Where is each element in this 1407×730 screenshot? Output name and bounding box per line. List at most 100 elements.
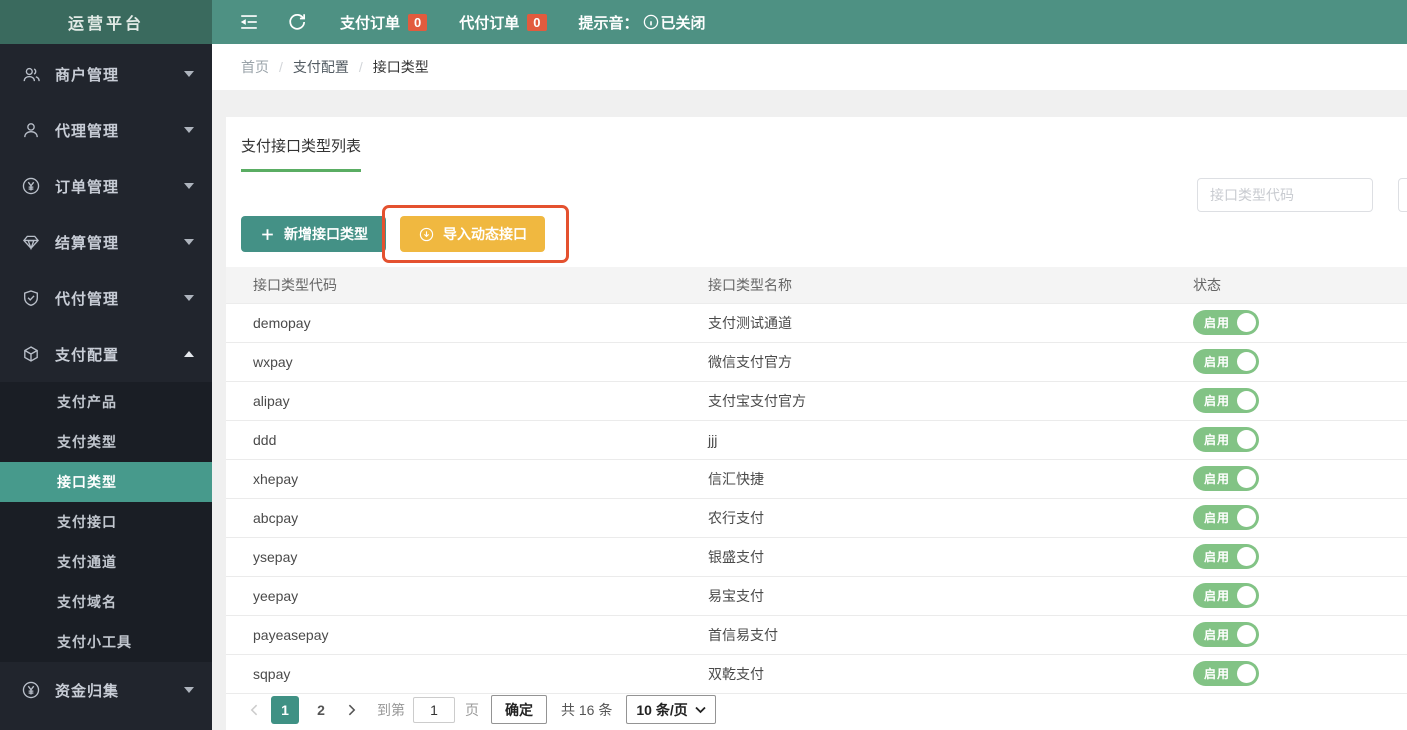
toggle-knob [1237,469,1257,488]
tab-interface-type-list[interactable]: 支付接口类型列表 [241,135,362,172]
sound-toggle[interactable]: 提示音： 已关闭 [579,12,706,33]
cell-name: 双乾支付 [708,654,1193,694]
toggle-knob [1237,313,1257,332]
cell-name: jjj [708,420,1193,460]
submenu-item-payment-tools[interactable]: 支付小工具 [0,622,212,662]
status-toggle[interactable]: 启用 [1193,544,1260,569]
table-row: yeepay 易宝支付 启用 [226,576,1407,616]
submenu-item-payment-channels[interactable]: 支付通道 [0,542,212,582]
add-interface-type-button[interactable]: 新增接口类型 [241,216,386,252]
submenu-item-payment-types[interactable]: 支付类型 [0,422,212,462]
status-toggle[interactable]: 启用 [1193,427,1260,452]
status-toggle[interactable]: 启用 [1193,661,1260,686]
sidebar-item-label: 代理管理 [55,122,120,140]
status-toggle[interactable]: 启用 [1193,622,1260,647]
toggle-knob [1237,586,1257,605]
refresh-icon[interactable] [286,11,308,33]
cell-name: 易宝支付 [708,576,1193,616]
submenu-item-payment-products[interactable]: 支付产品 [0,382,212,422]
table-row: ddd jjj 启用 [226,420,1407,460]
sidebar-item-order-mgmt[interactable]: 订单管理 [0,158,212,214]
sidebar-item-payout-mgmt[interactable]: 代付管理 [0,270,212,326]
sidebar-item-payment-config[interactable]: 支付配置 [0,326,212,382]
collapse-sidebar-icon[interactable] [238,11,260,33]
table-row: ysepay 银盛支付 启用 [226,537,1407,577]
sidebar-item-funds-collection[interactable]: 资金归集 [0,662,212,718]
sidebar-item-merchant-mgmt[interactable]: 商户管理 [0,46,212,102]
sound-status: 已关闭 [660,14,706,32]
screen: 运营平台 支付订单 0 代付订单 0 提示音： 已关闭 商户管理 代理管理 订单… [0,0,1407,730]
info-icon [643,14,659,30]
sidebar-item-settlement-mgmt[interactable]: 结算管理 [0,214,212,270]
agent-icon [22,121,40,139]
table-row: alipay 支付宝支付官方 启用 [226,381,1407,421]
status-toggle[interactable]: 启用 [1193,310,1260,335]
breadcrumb-payment-config[interactable]: 支付配置 [293,57,349,77]
toggle-knob [1237,625,1257,644]
table-header-row: 接口类型代码 接口类型名称 状态 [226,267,1407,304]
status-toggle[interactable]: 启用 [1193,466,1260,491]
submenu-item-payment-interfaces[interactable]: 支付接口 [0,502,212,542]
header-code: 接口类型代码 [226,267,708,304]
chevron-up-icon [184,351,194,357]
sidebar-item-label: 结算管理 [55,234,120,252]
status-label: 启用 [1204,433,1231,447]
topbar-tab-pay-orders[interactable]: 支付订单 0 [340,12,428,33]
submenu-item-label: 支付小工具 [57,634,132,650]
cell-name: 银盛支付 [708,537,1193,577]
chevron-down-icon [184,71,194,77]
page-size-select[interactable]: 10 条/页 [626,695,716,724]
sidebar-item-label: 资金归集 [55,682,120,700]
page-number-2[interactable]: 2 [307,696,335,724]
page-size-value: 10 条/页 [636,701,688,718]
status-label: 启用 [1204,355,1231,369]
sidebar-item-agent-mgmt[interactable]: 代理管理 [0,102,212,158]
submenu-item-label: 接口类型 [57,474,117,490]
funds-icon [22,681,40,699]
topbar: 运营平台 支付订单 0 代付订单 0 提示音： 已关闭 [0,0,1407,44]
toggle-knob [1237,508,1257,527]
confirm-page-button[interactable]: 确定 [491,695,547,724]
submenu-item-label: 支付域名 [57,594,117,610]
status-toggle[interactable]: 启用 [1193,388,1260,413]
table-row: demopay 支付测试通道 启用 [226,303,1407,343]
status-toggle[interactable]: 启用 [1193,505,1260,530]
chevron-down-icon [184,127,194,133]
status-toggle[interactable]: 启用 [1193,349,1260,374]
total-count-label: 共 16 条 [561,701,613,718]
cell-code: xhepay [226,459,708,499]
add-button-label: 新增接口类型 [284,226,368,242]
sidebar-item-label: 订单管理 [55,178,120,196]
goto-page-input[interactable] [413,696,455,723]
cell-name: 首信易支付 [708,615,1193,655]
search-input-secondary[interactable] [1398,178,1407,212]
merchant-icon [22,65,40,83]
app-logo: 运营平台 [0,0,212,44]
toggle-knob [1237,547,1257,566]
chevron-down-icon [184,183,194,189]
prev-page-icon[interactable] [241,696,267,724]
submenu-item-payment-domains[interactable]: 支付域名 [0,582,212,622]
cell-name: 农行支付 [708,498,1193,538]
submenu-item-label: 支付产品 [57,394,117,410]
submenu-item-interface-types[interactable]: 接口类型 [0,462,212,502]
breadcrumb-home[interactable]: 首页 [241,57,269,77]
download-circle-icon [419,227,434,241]
cell-code: sqpay [226,654,708,694]
cell-code: yeepay [226,576,708,616]
page-unit-label: 页 [465,701,479,718]
status-toggle[interactable]: 启用 [1193,583,1260,608]
import-dynamic-interface-button[interactable]: 导入动态接口 [400,216,545,252]
chevron-down-icon [184,687,194,693]
chevron-down-icon [184,239,194,245]
search-input-code[interactable] [1197,178,1373,212]
status-label: 启用 [1204,394,1231,408]
payout-orders-badge: 0 [527,13,547,31]
page-number-1[interactable]: 1 [271,695,299,724]
config-icon [22,345,40,363]
payment-config-submenu: 支付产品 支付类型 接口类型 支付接口 支付通道 支付域名 支付小工具 [0,382,212,662]
table-row: xhepay 信汇快捷 启用 [226,459,1407,499]
tab-row: 支付接口类型列表 [226,117,1407,172]
next-page-icon[interactable] [339,696,365,724]
topbar-tab-payout-orders[interactable]: 代付订单 0 [459,12,547,33]
